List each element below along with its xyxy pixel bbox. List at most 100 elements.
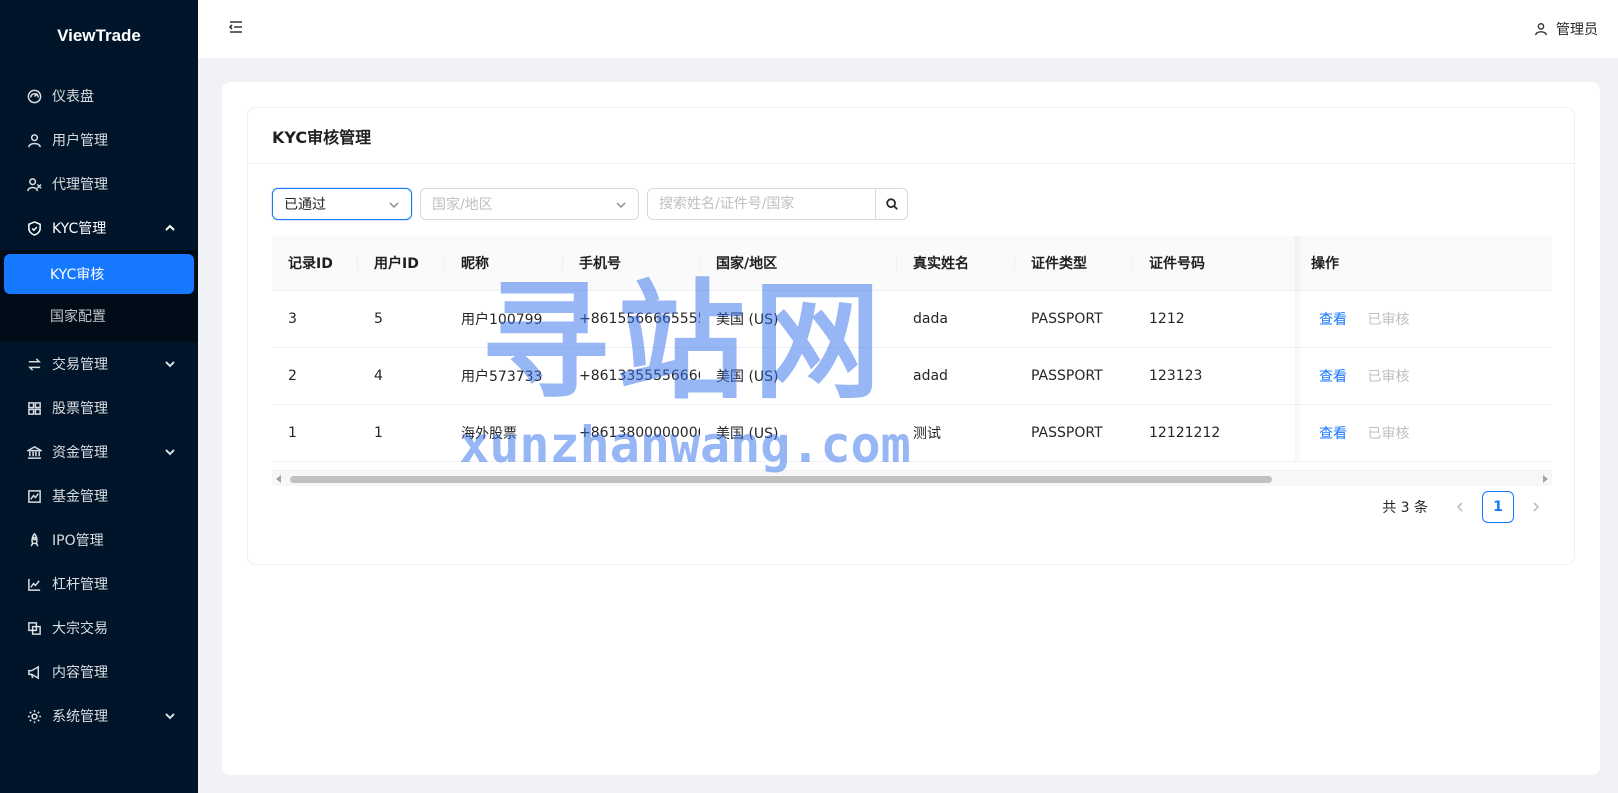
sidebar-item-label: 基金管理 xyxy=(52,489,108,505)
search-icon xyxy=(885,198,898,210)
user-icon xyxy=(26,132,42,148)
country-select-placeholder: 国家/地区 xyxy=(432,197,493,213)
swap-icon xyxy=(26,356,42,372)
status-select[interactable]: 已通过 xyxy=(272,188,412,220)
sidebar: ViewTrade 仪表盘 用户管理 代理管理 KYC管理 KYC审核 国家配置… xyxy=(0,0,198,793)
chevron-down-icon xyxy=(615,199,627,211)
agent-icon xyxy=(26,176,42,192)
cell-record-id: 3 xyxy=(272,290,358,348)
column-header: 手机号 xyxy=(563,236,700,291)
sidebar-item-kyc-review[interactable]: KYC审核 xyxy=(4,254,194,294)
chevron-down-icon xyxy=(164,710,176,722)
page-title: KYC审核管理 xyxy=(248,108,1574,164)
kyc-card: KYC审核管理 已通过 国家/地区 搜索姓名/证件号/国家 记录ID 用户ID … xyxy=(247,107,1575,565)
sidebar-item-kyc[interactable]: KYC管理 xyxy=(0,206,198,250)
sidebar-item-label: 资金管理 xyxy=(52,445,108,461)
rocket-icon xyxy=(26,532,42,548)
line-chart-icon xyxy=(26,576,42,592)
reviewed-status: 已审核 xyxy=(1367,368,1410,385)
sidebar-item-trading[interactable]: 交易管理 xyxy=(0,342,198,386)
cell-phone: +8613800000000 xyxy=(563,404,700,462)
chevron-right-icon xyxy=(1533,502,1540,512)
cell-user-id: 5 xyxy=(358,290,445,348)
pagination-total: 共 3 条 xyxy=(1382,500,1428,516)
cell-real-name: 测试 xyxy=(897,404,1015,462)
pagination: 共 3 条 1 xyxy=(1382,491,1552,523)
horizontal-scrollbar[interactable] xyxy=(272,470,1552,486)
sidebar-item-label: 杠杆管理 xyxy=(52,577,108,593)
cell-country: 美国 (US) xyxy=(700,347,897,405)
block-icon xyxy=(26,620,42,636)
user-icon xyxy=(1535,23,1547,36)
table-row: 3 5 用户100799 +8615566665555 美国 (US) dada… xyxy=(272,290,1552,348)
sidebar-item-dashboard[interactable]: 仪表盘 xyxy=(0,74,198,118)
chevron-up-icon xyxy=(164,222,176,234)
dashboard-icon xyxy=(26,88,42,104)
search-input[interactable] xyxy=(647,188,876,220)
sidebar-item-leverage[interactable]: 杠杆管理 xyxy=(0,562,198,606)
cell-id-type: PASSPORT xyxy=(1015,404,1133,462)
table-row: 2 4 用户573733 +8613355556666 美国 (US) adad… xyxy=(272,347,1552,405)
sidebar-item-block-trade[interactable]: 大宗交易 xyxy=(0,606,198,650)
sidebar-item-content[interactable]: 内容管理 xyxy=(0,650,198,694)
scroll-right-arrow-icon[interactable] xyxy=(1543,475,1548,483)
cell-phone: +8615566665555 xyxy=(563,290,700,348)
chevron-down-icon xyxy=(164,446,176,458)
sidebar-item-label: 系统管理 xyxy=(52,709,108,725)
reviewed-status: 已审核 xyxy=(1367,311,1410,328)
cell-country: 美国 (US) xyxy=(700,404,897,462)
kyc-submenu: KYC审核 国家配置 xyxy=(0,250,198,342)
grid-icon xyxy=(26,400,42,416)
column-header-actions: 操作 xyxy=(1295,236,1552,291)
scroll-left-arrow-icon[interactable] xyxy=(276,475,281,483)
app-logo: ViewTrade xyxy=(57,26,141,45)
sidebar-item-label: 代理管理 xyxy=(52,177,108,193)
sidebar-item-ipo[interactable]: IPO管理 xyxy=(0,518,198,562)
next-page-button[interactable] xyxy=(1520,491,1552,523)
view-button[interactable]: 查看 xyxy=(1319,312,1347,328)
sidebar-item-funds[interactable]: 资金管理 xyxy=(0,430,198,474)
sidebar-item-label: 交易管理 xyxy=(52,357,108,373)
cell-record-id: 1 xyxy=(272,404,358,462)
column-header: 真实姓名 xyxy=(897,236,1015,291)
sidebar-item-agents[interactable]: 代理管理 xyxy=(0,162,198,206)
gear-icon xyxy=(26,708,42,724)
reviewed-status: 已审核 xyxy=(1367,425,1410,442)
sidebar-item-country-config[interactable]: 国家配置 xyxy=(4,296,194,336)
menu-fold-icon[interactable] xyxy=(228,19,244,39)
sidebar-item-fund-management[interactable]: 基金管理 xyxy=(0,474,198,518)
sidebar-item-label: 仪表盘 xyxy=(52,89,94,105)
column-header: 证件号码 xyxy=(1133,236,1295,291)
cell-actions: 查看 已审核 xyxy=(1295,290,1552,348)
country-select[interactable]: 国家/地区 xyxy=(420,188,639,220)
sidebar-item-users[interactable]: 用户管理 xyxy=(0,118,198,162)
prev-page-button[interactable] xyxy=(1444,491,1476,523)
chevron-down-icon xyxy=(164,358,176,370)
top-header: 管理员 xyxy=(198,0,1618,58)
cell-real-name: adad xyxy=(897,347,1015,405)
content-area: KYC审核管理 已通过 国家/地区 搜索姓名/证件号/国家 记录ID 用户ID … xyxy=(222,82,1600,775)
cell-user-id: 4 xyxy=(358,347,445,405)
cell-id-number: 1212 xyxy=(1133,290,1295,348)
sidebar-item-label: 用户管理 xyxy=(52,133,108,149)
sidebar-item-label: IPO管理 xyxy=(52,533,104,549)
sidebar-item-stocks[interactable]: 股票管理 xyxy=(0,386,198,430)
sidebar-menu: 仪表盘 用户管理 代理管理 KYC管理 KYC审核 国家配置 交易管理 股票管理 xyxy=(0,74,198,738)
search-group xyxy=(647,188,908,220)
search-button[interactable] xyxy=(876,188,908,220)
cell-record-id: 2 xyxy=(272,347,358,405)
cell-user-id: 1 xyxy=(358,404,445,462)
sidebar-item-system[interactable]: 系统管理 xyxy=(0,694,198,738)
user-menu[interactable]: 管理员 xyxy=(1534,19,1598,39)
sidebar-item-label: 大宗交易 xyxy=(52,621,108,637)
sidebar-item-label: 股票管理 xyxy=(52,401,108,417)
scrollbar-thumb[interactable] xyxy=(290,476,1272,483)
page-number-current[interactable]: 1 xyxy=(1482,491,1514,523)
chevron-left-icon xyxy=(1456,502,1463,512)
view-button[interactable]: 查看 xyxy=(1319,426,1347,442)
table-row: 1 1 海外股票 +8613800000000 美国 (US) 测试 PASSP… xyxy=(272,404,1552,462)
view-button[interactable]: 查看 xyxy=(1319,369,1347,385)
column-header: 记录ID xyxy=(272,236,358,291)
cell-actions: 查看 已审核 xyxy=(1295,347,1552,405)
cell-id-type: PASSPORT xyxy=(1015,290,1133,348)
